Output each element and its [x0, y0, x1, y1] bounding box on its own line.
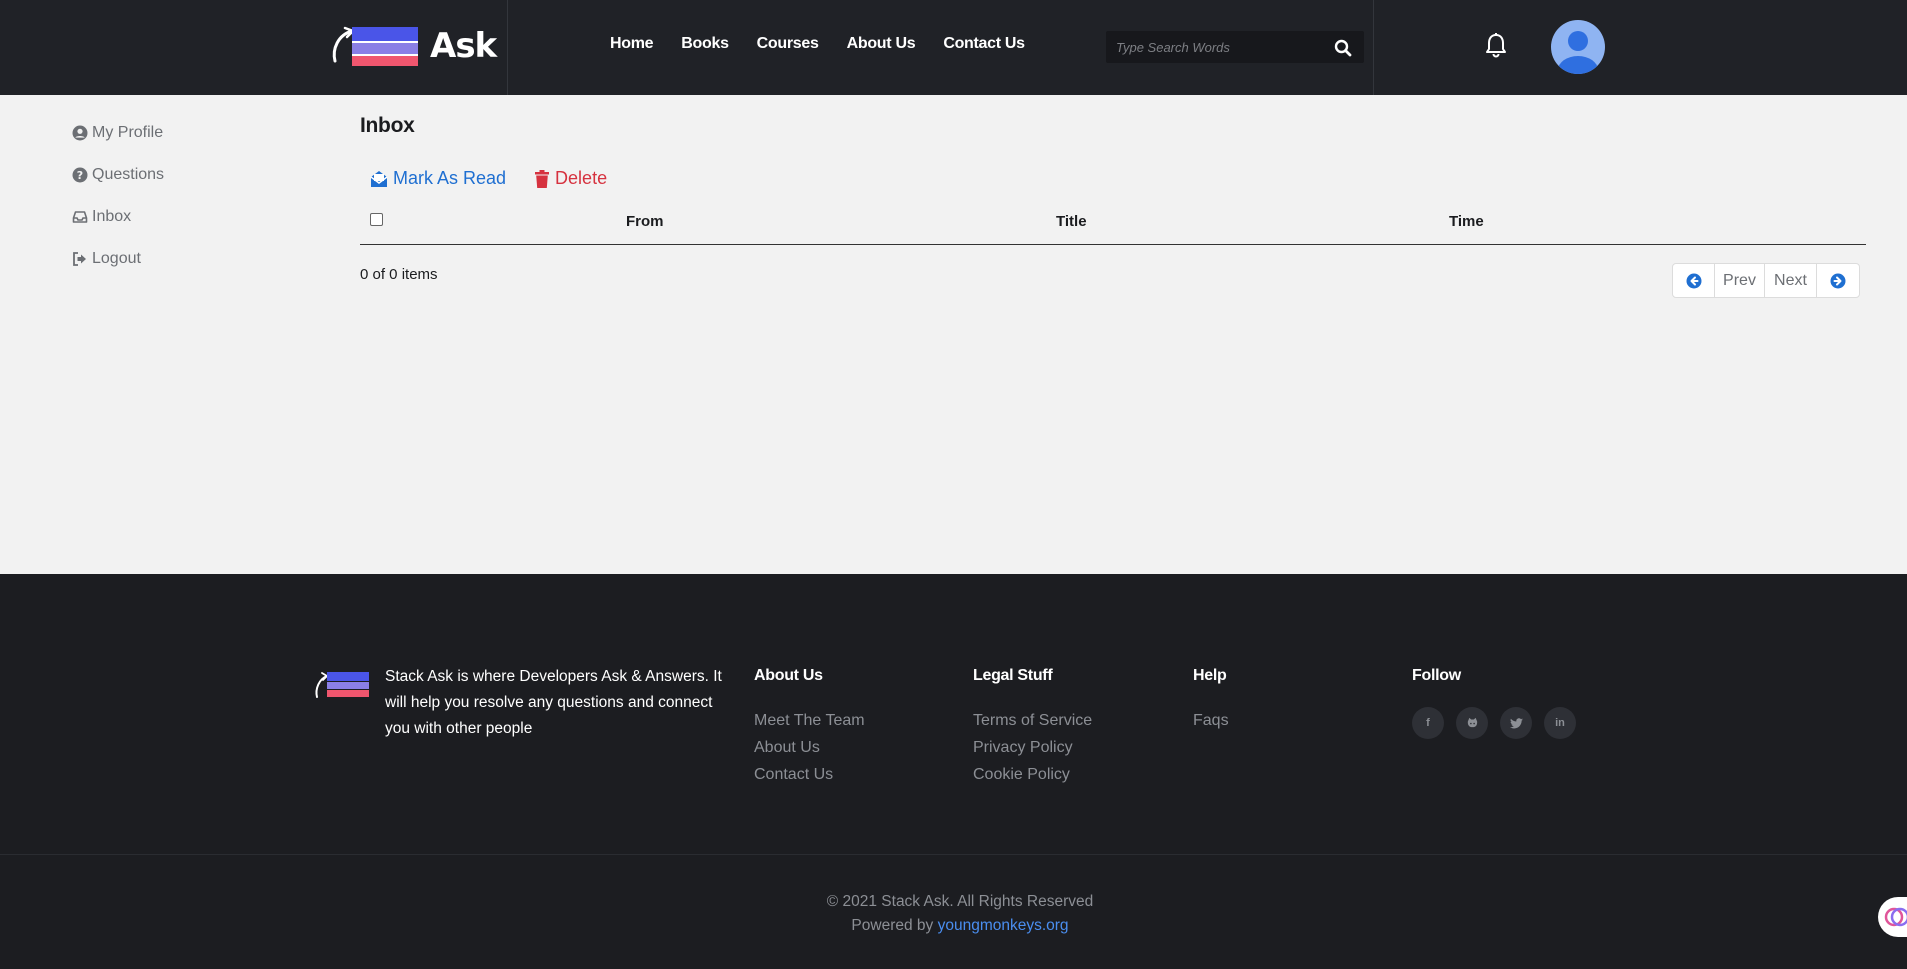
powered-by-link[interactable]: youngmonkeys.org	[938, 917, 1069, 934]
nav-home[interactable]: Home	[610, 35, 654, 53]
footer-col-help: Help Faqs	[1193, 667, 1229, 734]
footer-link-cookie[interactable]: Cookie Policy	[973, 761, 1092, 788]
bell-icon[interactable]	[1484, 32, 1508, 58]
footer-link-about-us[interactable]: About Us	[754, 734, 865, 761]
profile-sidebar: My Profile ? Questions Inbox Logout	[72, 123, 164, 291]
twitter-icon[interactable]	[1500, 707, 1532, 739]
brain-icon	[1884, 907, 1907, 927]
question-circle-icon: ?	[72, 167, 88, 183]
search-box	[1106, 31, 1364, 63]
footer-heading: Follow	[1412, 667, 1461, 684]
inbox-toolbar: Mark As Read Delete	[370, 168, 635, 189]
inbox-table-header: From Title Time	[360, 210, 1866, 245]
search-input[interactable]	[1116, 31, 1326, 63]
prev-arrow-button[interactable]	[1673, 264, 1715, 297]
facebook-icon[interactable]: f	[1412, 707, 1444, 739]
item-count: 0 of 0 items	[360, 266, 438, 283]
nav-contact-us[interactable]: Contact Us	[943, 35, 1025, 53]
column-header-time[interactable]: Time	[1449, 213, 1484, 230]
logout-icon	[73, 252, 86, 266]
footer-about-text: Stack Ask is where Developers Ask & Answ…	[385, 668, 722, 737]
trash-icon	[535, 169, 550, 188]
site-logo[interactable]: Ask	[330, 25, 497, 67]
column-header-title[interactable]: Title	[1056, 213, 1087, 230]
sidebar-item-label: Inbox	[92, 208, 132, 225]
social-links: f in	[1412, 707, 1576, 739]
header-divider	[507, 0, 508, 95]
sidebar-item-label: My Profile	[92, 124, 164, 141]
sidebar-item-logout[interactable]: Logout	[72, 249, 164, 269]
footer-link-meet-team[interactable]: Meet The Team	[754, 707, 865, 734]
footer-heading: Legal Stuff	[973, 667, 1053, 684]
svg-text:?: ?	[77, 169, 83, 182]
nav-books[interactable]: Books	[681, 35, 729, 53]
next-button[interactable]: Next	[1765, 264, 1817, 297]
site-footer: Stack Ask is where Developers Ask & Answ…	[0, 574, 1907, 969]
inbox-icon	[72, 211, 88, 223]
mark-as-read-label: Mark As Read	[393, 168, 507, 188]
page-title: Inbox	[360, 114, 415, 137]
copyright-text: © 2021 Stack Ask. All Rights Reserved	[826, 893, 1094, 910]
footer-divider	[0, 854, 1907, 855]
footer-col-legal: Legal Stuff Terms of Service Privacy Pol…	[973, 667, 1092, 788]
github-icon[interactable]	[1456, 707, 1488, 739]
main-nav: Home Books Courses About Us Contact Us	[610, 35, 1053, 53]
mark-as-read-button[interactable]: Mark As Read	[370, 168, 506, 189]
footer-link-faqs[interactable]: Faqs	[1193, 707, 1229, 734]
footer-heading: Help	[1193, 667, 1227, 684]
powered-by: Powered by youngmonkeys.org	[0, 914, 1907, 938]
linkedin-icon[interactable]: in	[1544, 707, 1576, 739]
footer-link-privacy[interactable]: Privacy Policy	[973, 734, 1092, 761]
select-all-checkbox[interactable]	[370, 213, 383, 226]
top-header: Ask Home Books Courses About Us Contact …	[0, 0, 1907, 95]
footer-link-contact-us[interactable]: Contact Us	[754, 761, 865, 788]
sidebar-item-label: Logout	[92, 250, 141, 267]
footer-heading: About Us	[754, 667, 823, 684]
nav-courses[interactable]: Courses	[757, 35, 819, 53]
sidebar-item-my-profile[interactable]: My Profile	[72, 123, 164, 143]
sidebar-item-questions[interactable]: ? Questions	[72, 165, 164, 185]
floating-assistant-button[interactable]	[1878, 897, 1907, 937]
header-divider	[1373, 0, 1374, 95]
footer-col-about: About Us Meet The Team About Us Contact …	[754, 667, 865, 788]
footer-link-terms[interactable]: Terms of Service	[973, 707, 1092, 734]
powered-by-prefix: Powered by	[851, 917, 934, 934]
arrow-right-circle-icon	[1830, 273, 1846, 288]
arrow-left-circle-icon	[1686, 273, 1701, 288]
nav-about-us[interactable]: About Us	[847, 35, 916, 53]
logo-mark	[330, 25, 418, 67]
envelope-open-icon	[370, 170, 388, 187]
user-circle-icon	[72, 125, 88, 141]
next-arrow-button[interactable]	[1817, 264, 1859, 297]
search-icon[interactable]	[1334, 39, 1352, 57]
delete-label: Delete	[555, 168, 608, 188]
pagination: Prev Next	[1672, 263, 1860, 298]
copyright: © 2021 Stack Ask. All Rights Reserved Po…	[0, 890, 1907, 938]
prev-button[interactable]: Prev	[1715, 264, 1765, 297]
sidebar-item-inbox[interactable]: Inbox	[72, 207, 164, 227]
footer-col-follow: Follow f in	[1412, 667, 1576, 739]
logo-text: Ask	[430, 26, 497, 66]
footer-logo[interactable]	[314, 669, 370, 701]
sidebar-item-label: Questions	[92, 166, 165, 183]
delete-button[interactable]: Delete	[534, 168, 607, 189]
column-header-from[interactable]: From	[626, 213, 664, 230]
avatar[interactable]	[1551, 20, 1605, 74]
